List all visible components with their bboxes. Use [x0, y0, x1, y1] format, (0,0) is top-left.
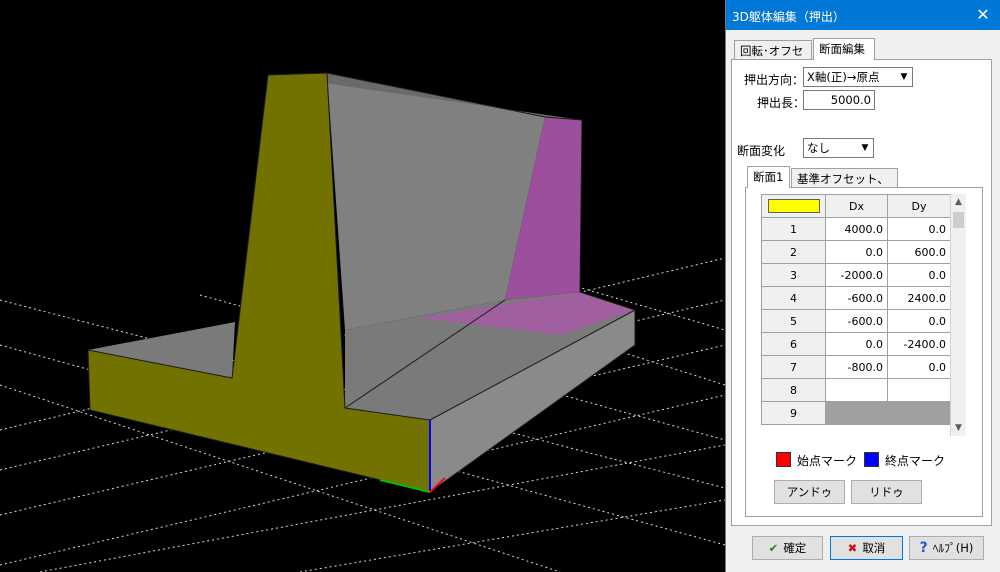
row-header[interactable]: 4 — [761, 286, 826, 310]
cell-dy[interactable]: 0.0 — [887, 355, 951, 379]
cell-dx[interactable]: -800.0 — [825, 355, 888, 379]
subtab-offset-angle[interactable]: 基準オフセット、角度 — [791, 168, 898, 206]
end-mark-swatch — [864, 452, 879, 467]
row-header[interactable]: 2 — [761, 240, 826, 264]
section-change-label: 断面変化 — [737, 144, 786, 158]
row-header[interactable]: 5 — [761, 309, 826, 333]
undo-button[interactable]: アンドゥ — [774, 480, 845, 504]
3d-viewport[interactable] — [0, 0, 725, 572]
color-header-cell[interactable] — [761, 194, 826, 218]
table-row: 7 -800.0 0.0 — [761, 355, 951, 379]
cell-dx[interactable] — [825, 401, 888, 425]
close-icon[interactable]: ✕ — [972, 4, 994, 26]
tab-section-edit[interactable]: 断面編集 — [813, 38, 875, 60]
question-icon: ? — [919, 540, 928, 556]
row-header[interactable]: 6 — [761, 332, 826, 356]
table-row: 1 4000.0 0.0 — [761, 217, 951, 241]
ok-label: 確定 — [783, 541, 807, 555]
cell-dy[interactable]: 0.0 — [887, 217, 951, 241]
cancel-label: 取消 — [862, 541, 886, 555]
chevron-down-icon: ▼ — [861, 143, 869, 153]
dialog-titlebar[interactable]: 3D躯体編集（押出） ✕ — [726, 0, 1000, 30]
row-header[interactable]: 9 — [761, 401, 826, 425]
column-header-dy[interactable]: Dy — [887, 194, 951, 218]
extrude-length-label: 押出長： — [757, 96, 806, 110]
table-row: 2 0.0 600.0 — [761, 240, 951, 264]
cell-dy[interactable]: -2400.0 — [887, 332, 951, 356]
tab-rotate-offset[interactable]: 回転･オフセット — [734, 40, 812, 78]
cell-dx[interactable]: -600.0 — [825, 309, 888, 333]
cancel-button[interactable]: ✖ 取消 — [830, 536, 903, 560]
row-header[interactable]: 8 — [761, 378, 826, 402]
dialog-title: 3D躯体編集（押出） — [732, 10, 845, 24]
row-header[interactable]: 1 — [761, 217, 826, 241]
start-mark-label: 始点マーク — [797, 454, 858, 468]
redo-button[interactable]: リドゥ — [851, 480, 922, 504]
extrude-direction-select[interactable]: X軸(正)→原点 ▼ — [803, 67, 913, 87]
cross-icon: ✖ — [847, 541, 858, 555]
cell-dy[interactable]: 2400.0 — [887, 286, 951, 310]
section-change-value: なし — [807, 141, 830, 155]
section-change-select[interactable]: なし ▼ — [803, 138, 874, 158]
table-row: 4 -600.0 2400.0 — [761, 286, 951, 310]
help-button[interactable]: ? ﾍﾙﾌﾟ(H) — [909, 536, 984, 560]
subtab-section-1[interactable]: 断面1 — [747, 166, 790, 188]
cell-dx[interactable]: -600.0 — [825, 286, 888, 310]
table-row: 9 — [761, 401, 951, 425]
row-header[interactable]: 3 — [761, 263, 826, 287]
checkmark-icon: ✔ — [768, 541, 779, 555]
table-row: 5 -600.0 0.0 — [761, 309, 951, 333]
cell-dx[interactable]: 0.0 — [825, 240, 888, 264]
section-points-grid[interactable]: Dx Dy 1 4000.0 0.0 2 0.0 600.0 3 -2000.0… — [761, 194, 951, 425]
cell-dy[interactable]: 600.0 — [887, 240, 951, 264]
cell-dy[interactable]: 0.0 — [887, 263, 951, 287]
end-mark-label: 終点マーク — [885, 454, 946, 468]
3d-model-render — [0, 72, 725, 572]
table-row: 6 0.0 -2400.0 — [761, 332, 951, 356]
help-label: ﾍﾙﾌﾟ(H) — [932, 541, 974, 555]
extrude-direction-label: 押出方向： — [744, 73, 805, 87]
ok-button[interactable]: ✔ 確定 — [752, 536, 823, 560]
cell-dx[interactable] — [825, 378, 888, 402]
cell-dy[interactable] — [887, 401, 951, 425]
cell-dy[interactable] — [887, 378, 951, 402]
extrude-direction-value: X軸(正)→原点 — [807, 70, 880, 84]
table-row: 3 -2000.0 0.0 — [761, 263, 951, 287]
start-mark-swatch — [776, 452, 791, 467]
scroll-thumb[interactable] — [953, 212, 964, 228]
column-header-dx[interactable]: Dx — [825, 194, 888, 218]
table-row: 8 — [761, 378, 951, 402]
chevron-down-icon: ▼ — [900, 72, 908, 82]
scroll-down-icon[interactable]: ▼ — [951, 420, 966, 436]
cell-dx[interactable]: 0.0 — [825, 332, 888, 356]
cell-dx[interactable]: -2000.0 — [825, 263, 888, 287]
grid-scrollbar[interactable]: ▲ ▼ — [950, 194, 966, 436]
cell-dy[interactable]: 0.0 — [887, 309, 951, 333]
section-color-swatch — [767, 199, 820, 213]
scroll-up-icon[interactable]: ▲ — [951, 194, 966, 210]
extrude-length-input[interactable]: 5000.0 — [803, 90, 875, 110]
row-header[interactable]: 7 — [761, 355, 826, 379]
cell-dx[interactable]: 4000.0 — [825, 217, 888, 241]
